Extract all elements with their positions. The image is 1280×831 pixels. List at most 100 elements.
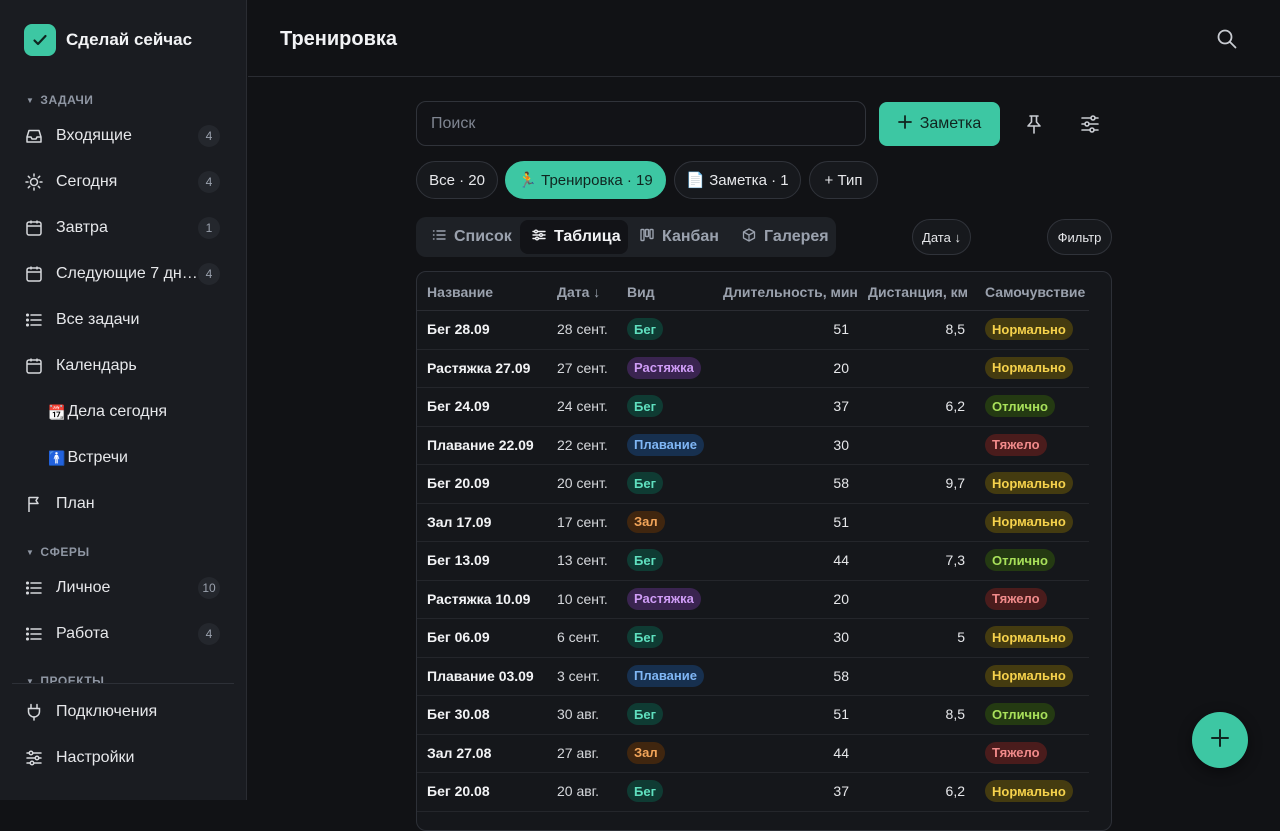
sidebar-item-tomorrow[interactable]: Завтра 1 [24,208,222,248]
cell-date: 17 сент. [557,513,608,530]
chip-workout[interactable]: 🏃 Тренировка · 19 [505,161,666,199]
search-field[interactable] [416,101,866,146]
table-row[interactable]: Бег 20.08 20 авг. Бег 37 6,2 Нормально [417,772,1089,812]
chip-add-type[interactable]: + Тип [809,161,878,199]
cell-name: Бег 28.09 [427,321,490,337]
cell-date: 24 сент. [557,398,608,414]
column-header-feeling[interactable]: Самочувствие [985,284,1085,300]
kind-tag: Растяжка [627,356,701,379]
feeling-tag: Нормально [985,780,1073,802]
sidebar-item-label: Настройки [56,749,135,766]
add-note-button[interactable]: Заметка [879,102,1000,146]
tab-list[interactable]: Список [420,220,520,254]
column-header-distance[interactable]: Дистанция, км [868,284,968,300]
column-header-date[interactable]: Дата ↓ [557,284,600,300]
cell-duration: 51 [833,513,849,530]
cell-date: 27 сент. [557,359,608,376]
table-row[interactable]: Бег 20.09 20 сент. Бег 58 9,7 Нормально [417,464,1089,504]
projects-section-clip: ▼ ПРОЕКТЫ [0,660,246,683]
sidebar-item-personal[interactable]: Личное 10 [24,568,222,608]
count-badge: 4 [198,171,220,193]
cell-distance: 8,5 [945,706,965,722]
sidebar-item-plan[interactable]: План [24,484,222,524]
count-badge: 1 [198,217,220,239]
table-row[interactable]: Растяжка 10.09 10 сент. Растяжка 20 Тяжело [417,580,1089,619]
sidebar-item-label: Личное [56,579,111,596]
kind-tag: Плавание [627,664,704,687]
search-icon[interactable] [1216,28,1238,50]
cell-duration: 44 [833,552,849,568]
sidebar-divider [12,683,234,684]
sidebar-item-label: Работа [56,625,109,642]
cell-duration: 30 [833,629,849,645]
cell-name: Растяжка 10.09 [427,590,531,607]
kind-tag: Растяжка [627,587,701,610]
sidebar-item-calendar[interactable]: Календарь [24,346,222,386]
table-row[interactable]: Бег 30.08 30 авг. Бег 51 8,5 Отлично [417,695,1089,735]
sidebar-item-next-7-days[interactable]: Следующие 7 дней 4 [24,254,222,294]
cell-duration: 30 [833,436,849,453]
sort-date-button[interactable]: Дата ↓ [912,219,971,255]
sidebar-item-settings[interactable]: Настройки [24,738,222,778]
inbox-icon [24,126,44,146]
tab-kanban-label: Канбан [662,228,719,245]
search-input[interactable] [429,113,853,134]
add-note-label: Заметка [919,115,982,132]
cell-date: 30 авг. [557,706,599,722]
sidebar-item-label: План [56,495,95,512]
table-row[interactable]: Бег 24.09 24 сент. Бег 37 6,2 Отлично [417,387,1089,427]
kind-tag: Бег [627,780,663,802]
sidebar-item-work[interactable]: Работа 4 [24,614,222,654]
caret-down-icon: ▼ [26,547,35,557]
check-icon [24,24,56,56]
sidebar-item-all-tasks[interactable]: Все задачи [24,300,222,340]
tab-kanban[interactable]: Канбан [628,220,728,254]
tab-table[interactable]: Таблица [520,220,628,254]
section-projects-toggle[interactable]: ▼ ПРОЕКТЫ [26,674,104,683]
sidebar-item-inbox[interactable]: Входящие 4 [24,116,222,156]
column-header-name[interactable]: Название [427,284,493,300]
filter-button[interactable]: Фильтр [1047,219,1112,255]
caret-down-icon: ▼ [26,95,35,105]
column-header-kind[interactable]: Вид [627,284,655,300]
feeling-tag: Тяжело [985,433,1047,456]
feeling-tag: Отлично [985,549,1055,571]
sidebar-item-today-tasks[interactable]: 📆 Дела сегодня [48,392,167,432]
section-spheres-toggle[interactable]: ▼ СФЕРЫ [26,545,90,559]
section-tasks-toggle[interactable]: ▼ ЗАДАЧИ [26,93,93,107]
table-row[interactable]: Зал 27.08 27 авг. Зал 44 Тяжело [417,734,1089,773]
tab-gallery[interactable]: Галерея [730,220,834,254]
kind-tag: Зал [627,510,665,533]
brand[interactable]: Сделай сейчас [24,24,192,56]
tab-list-label: Список [454,228,512,245]
table-row[interactable]: Плавание 03.09 3 сент. Плавание 58 Нормально [417,657,1089,696]
sidebar-item-meetings[interactable]: 🚹 Встречи [48,438,128,478]
table-row[interactable]: Зал 17.09 17 сент. Зал 51 Нормально [417,503,1089,542]
sidebar-item-label: Подключения [56,703,158,720]
data-table: Название Дата ↓ Вид Длительность, мин Ди… [416,271,1112,831]
sidebar-item-today[interactable]: Сегодня 4 [24,162,222,202]
sidebar: Сделай сейчас ▼ ЗАДАЧИ Входящие 4 Сегодн… [0,0,247,800]
sidebar-item-label: Входящие [56,127,132,144]
cell-date: 22 сент. [557,436,608,453]
header: Тренировка [248,0,1280,77]
add-fab-button[interactable] [1192,712,1248,768]
settings-sliders-icon[interactable] [1078,112,1102,136]
pin-icon[interactable] [1022,112,1046,136]
cell-distance: 7,3 [945,552,965,568]
cube-icon [742,227,756,247]
table-header: Название Дата ↓ Вид Длительность, мин Ди… [417,272,1089,311]
table-row[interactable]: Бег 13.09 13 сент. Бег 44 7,3 Отлично [417,541,1089,581]
cell-date: 13 сент. [557,552,608,568]
column-header-duration[interactable]: Длительность, мин [723,284,858,300]
sidebar-item-connections[interactable]: Подключения [24,692,222,732]
calendar-icon [24,218,44,238]
table-row[interactable]: Бег 06.09 6 сент. Бег 30 5 Нормально [417,618,1089,658]
table-row[interactable]: Плавание 22.09 22 сент. Плавание 30 Тяжело [417,426,1089,465]
flag-icon [24,494,44,514]
table-row[interactable]: Растяжка 27.09 27 сент. Растяжка 20 Нормальн… [417,349,1089,388]
chip-note[interactable]: 📄 Заметка · 1 [674,161,801,199]
table-row[interactable]: Бег 28.09 28 сент. Бег 51 8,5 Нормально [417,310,1089,350]
plus-icon [1209,727,1231,754]
chip-all[interactable]: Все · 20 [416,161,498,199]
